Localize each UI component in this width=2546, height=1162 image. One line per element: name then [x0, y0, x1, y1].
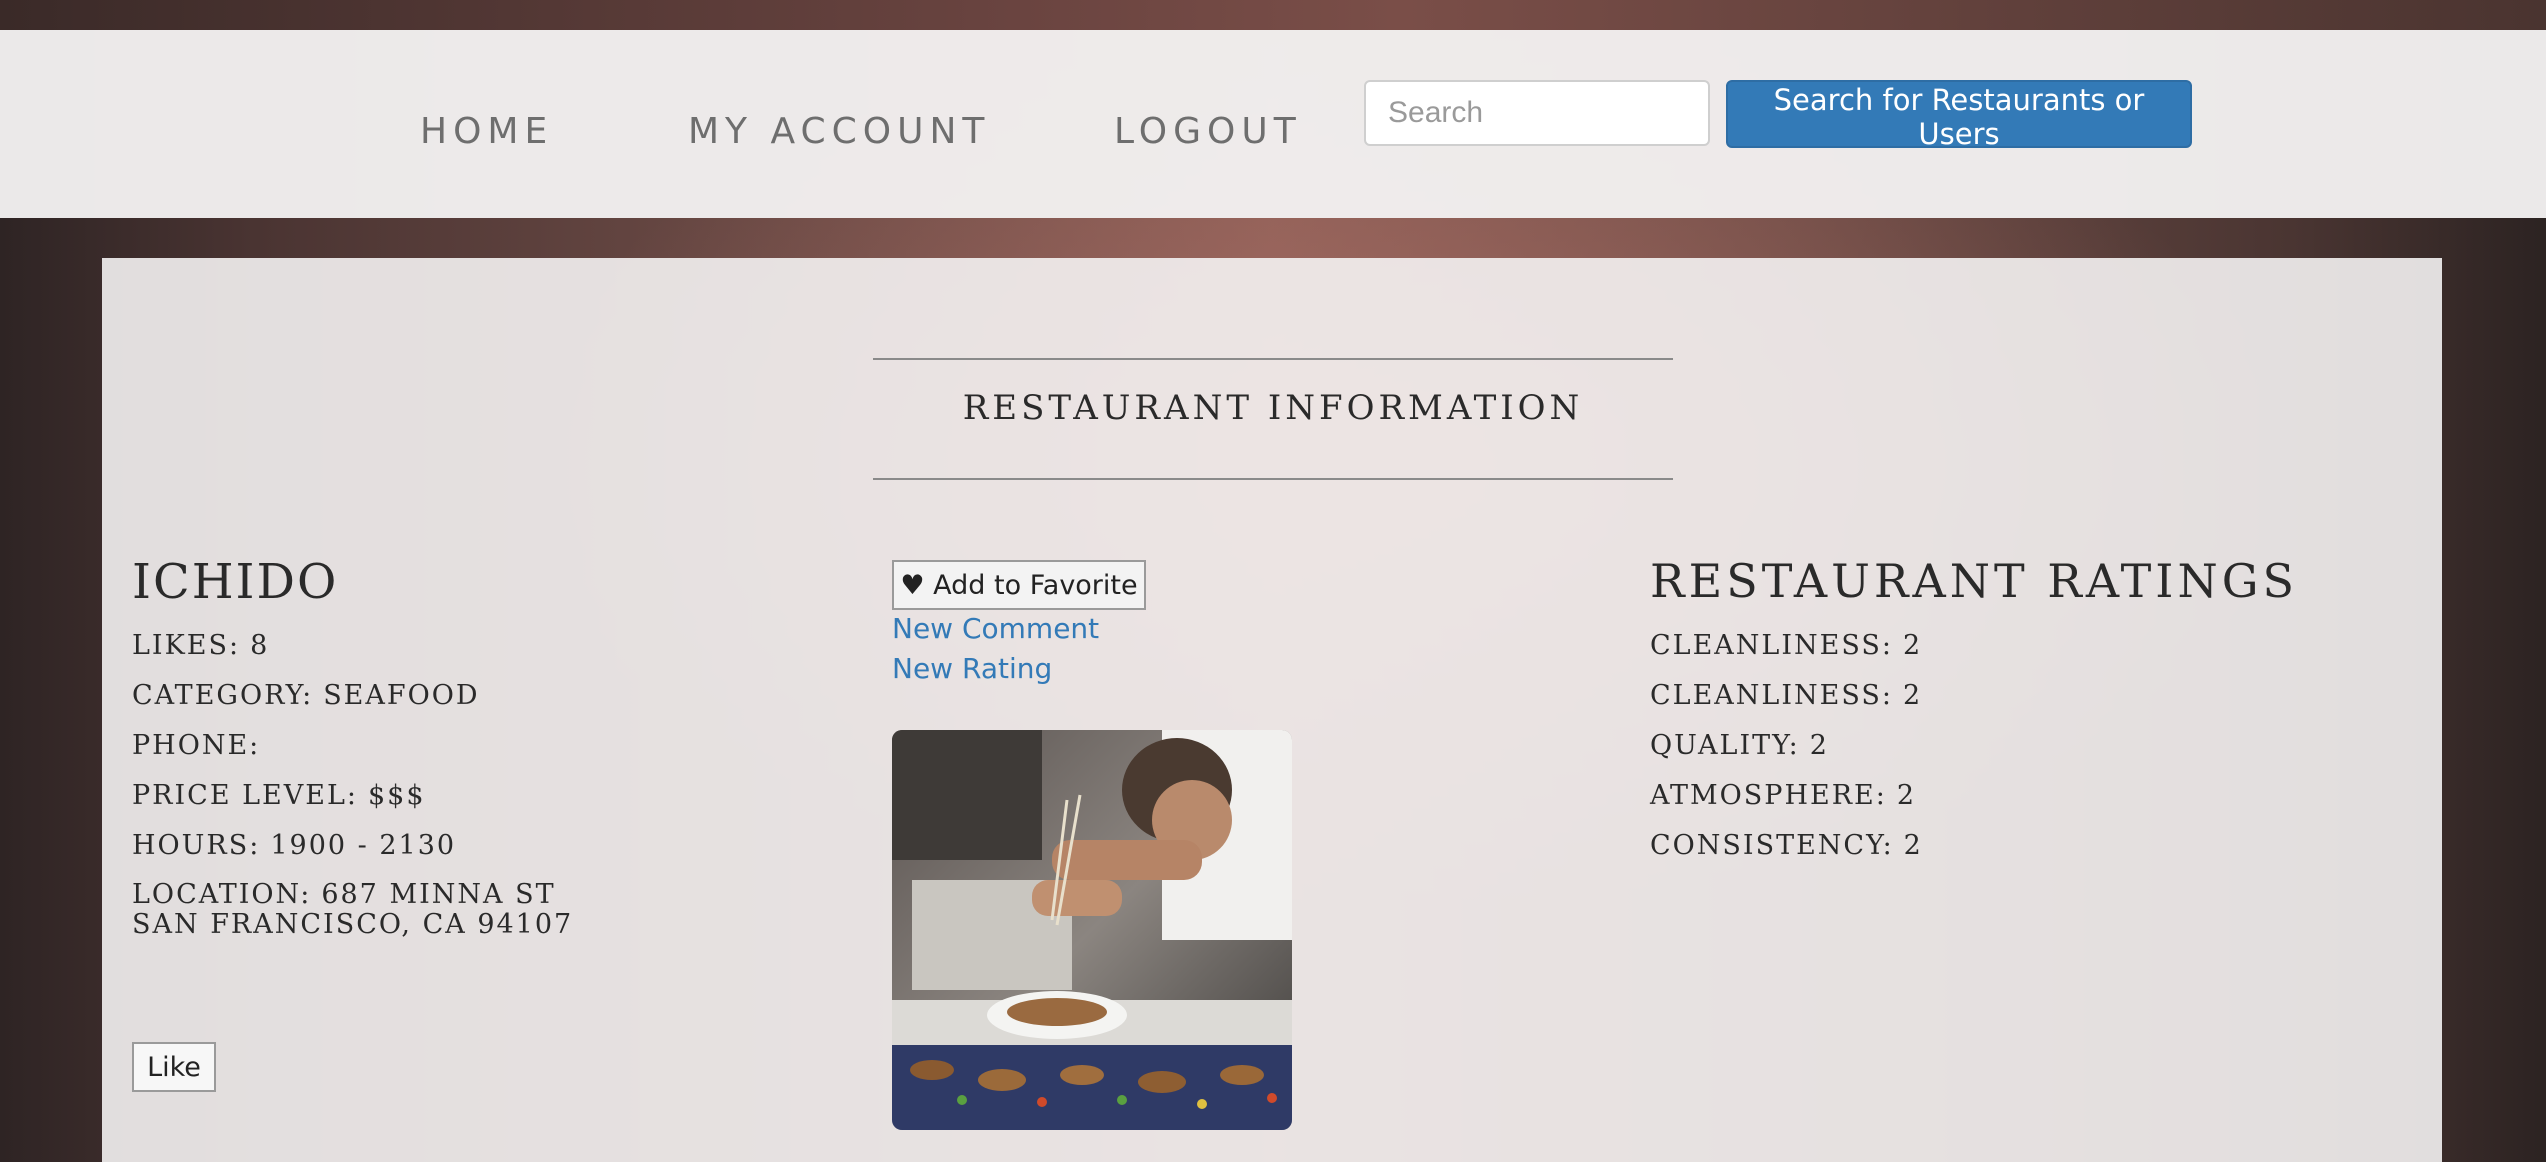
- section-title: RESTAURANT INFORMATION: [962, 388, 1584, 428]
- background-header-band: [0, 0, 2546, 30]
- nav-logout-link[interactable]: LOGOUT: [1114, 102, 1302, 162]
- title-divider-bottom: [873, 478, 1673, 480]
- rating-value: 2: [1903, 830, 1923, 861]
- likes-value: 8: [250, 630, 270, 661]
- price-label: PRICE LEVEL:: [132, 780, 358, 811]
- search-input[interactable]: [1364, 80, 1710, 146]
- location-label: LOCATION:: [132, 879, 312, 910]
- category-line: CATEGORY: SEAFOOD: [132, 680, 480, 711]
- restaurant-photo: [892, 730, 1292, 1130]
- restaurant-panel: RESTAURANT INFORMATION ICHIDO LIKES: 8 CA…: [102, 258, 2442, 1162]
- rating-row: CLEANLINESS: 2: [1650, 680, 1922, 711]
- price-value: $$$: [368, 780, 426, 811]
- address-line-2: SAN FRANCISCO, CA 94107: [132, 909, 574, 940]
- rating-row: QUALITY: 2: [1650, 730, 1829, 761]
- nav-my-account-link[interactable]: MY ACCOUNT: [688, 102, 990, 162]
- rating-value: 2: [1902, 680, 1923, 711]
- ratings-title: RESTAURANT RATINGS: [1650, 554, 2298, 608]
- category-value: SEAFOOD: [323, 680, 480, 711]
- chef-plating-image: [892, 730, 1292, 1130]
- add-to-favorite-button[interactable]: ♥ Add to Favorite: [892, 560, 1146, 610]
- category-label: CATEGORY:: [132, 680, 314, 711]
- search-button[interactable]: Search for Restaurants or Users: [1726, 80, 2192, 151]
- rating-label: CLEANLINESS:: [1650, 630, 1893, 661]
- rating-value: 2: [1902, 630, 1923, 661]
- rating-row: CONSISTENCY: 2: [1650, 830, 1923, 861]
- phone-line: PHONE:: [132, 730, 270, 761]
- rating-row: ATMOSPHERE: 2: [1650, 780, 1916, 811]
- nav-home-link[interactable]: HOME: [420, 102, 553, 162]
- like-button[interactable]: Like: [132, 1042, 216, 1092]
- hours-value: 1900 - 2130: [270, 830, 457, 861]
- rating-label: ATMOSPHERE:: [1650, 780, 1887, 811]
- rating-label: CONSISTENCY:: [1650, 830, 1894, 861]
- location-block: LOCATION: 687 MINNA ST SAN FRANCISCO, CA …: [132, 880, 573, 940]
- rating-label: CLEANLINESS:: [1650, 680, 1893, 711]
- restaurant-name: ICHIDO: [132, 554, 339, 610]
- add-to-favorite-label: Add to Favorite: [933, 569, 1138, 601]
- price-line: PRICE LEVEL: $$$: [132, 780, 426, 811]
- rating-label: QUALITY:: [1650, 730, 1800, 761]
- heart-icon: ♥: [900, 569, 925, 601]
- new-rating-link[interactable]: New Rating: [892, 652, 1052, 685]
- hours-line: HOURS: 1900 - 2130: [132, 830, 456, 861]
- likes-line: LIKES: 8: [132, 630, 269, 661]
- rating-value: 2: [1809, 730, 1829, 761]
- rating-row: CLEANLINESS: 2: [1650, 630, 1922, 661]
- likes-label: LIKES:: [132, 630, 241, 661]
- rating-value: 2: [1896, 780, 1917, 811]
- address-line-1: 687 MINNA ST: [321, 879, 556, 910]
- phone-label: PHONE:: [132, 730, 261, 761]
- hours-label: HOURS:: [132, 830, 261, 861]
- new-comment-link[interactable]: New Comment: [892, 612, 1099, 645]
- title-divider-top: [873, 358, 1673, 360]
